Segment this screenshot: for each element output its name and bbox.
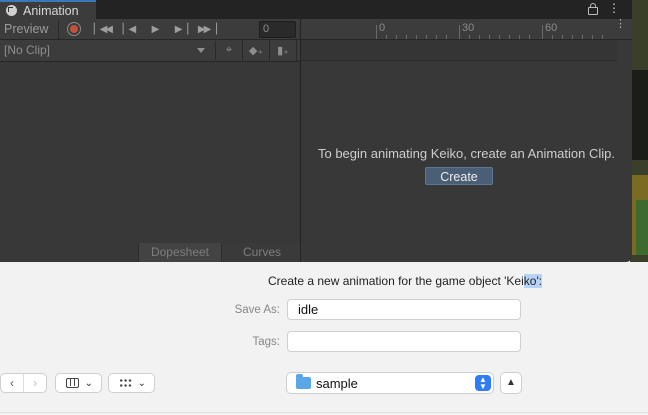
ruler-label: 30 — [462, 22, 475, 34]
tab-bar: Animation ⋮ — [0, 0, 632, 19]
ruler-tick — [426, 35, 427, 39]
forward-icon[interactable]: › — [23, 374, 46, 392]
scene-view-background — [630, 0, 648, 262]
ruler-tick — [386, 35, 387, 39]
back-icon[interactable]: ‹ — [1, 374, 23, 392]
ruler-tick — [552, 35, 553, 39]
ruler-label: 0 — [379, 22, 386, 34]
ruler-tick — [446, 35, 447, 39]
clip-dropdown[interactable]: [No Clip] — [0, 41, 216, 60]
tags-field[interactable] — [287, 331, 521, 352]
grid-icon — [119, 378, 132, 388]
ruler-tick — [376, 25, 377, 39]
save-as-field[interactable]: idle — [287, 299, 521, 320]
event-lane[interactable] — [301, 40, 617, 61]
location-folder-name: sample — [316, 375, 358, 391]
record-icon[interactable] — [67, 22, 82, 36]
add-keyframe-icon[interactable]: ◆₊ — [243, 40, 270, 61]
view-mode-tabs: Dopesheet Curves — [138, 243, 302, 262]
back-forward-buttons: ‹ › — [0, 373, 47, 393]
animation-clock-icon — [6, 5, 17, 16]
tab-curves[interactable]: Curves — [221, 243, 302, 262]
chevron-down-icon — [197, 48, 205, 53]
location-popup[interactable]: sample ▲ ▼ — [286, 372, 494, 394]
ruler-tick — [489, 35, 490, 39]
group-view-button[interactable]: ⌄ — [108, 373, 155, 393]
up-down-chevron-icon: ▲ ▼ — [475, 375, 491, 391]
add-event-icon[interactable]: ▮₊ — [270, 40, 297, 61]
prev-key-icon[interactable]: ▏◀ — [115, 19, 141, 39]
ruler-label: 60 — [545, 22, 558, 34]
ruler-tick — [499, 35, 500, 39]
ruler-tick — [509, 35, 510, 39]
ruler-tick — [479, 35, 480, 39]
ruler-tick — [436, 35, 437, 39]
tab-animation[interactable]: Animation — [0, 0, 96, 19]
ruler-tick — [602, 35, 603, 39]
column-view-button[interactable]: ⌄ — [55, 373, 102, 393]
columns-icon — [66, 378, 79, 388]
tab-animation-label: Animation — [23, 3, 79, 18]
tags-label: Tags: — [252, 336, 281, 348]
timeline-ruler[interactable]: 0 30 60 ⋮ — [301, 19, 632, 40]
ruler-tick — [582, 35, 583, 39]
chevron-down-icon: ⌄ — [84, 377, 93, 389]
chevron-down-icon: ⌄ — [137, 377, 146, 389]
divider — [0, 412, 648, 413]
ruler-tick — [592, 35, 593, 39]
animation-window: Animation ⋮ Preview ▏◀◀ ▏◀ ▶ ▶▕ ▶▶▕ 0 [N… — [0, 0, 632, 262]
ruler-tick — [469, 35, 470, 39]
ruler-tick — [542, 25, 543, 39]
tab-actions: ⋮ — [588, 1, 620, 15]
scene-shadow — [630, 70, 648, 160]
dialog-prompt: Create a new animation for the game obje… — [268, 274, 543, 288]
folder-icon — [296, 374, 311, 389]
property-list: Dopesheet Curves — [0, 62, 302, 262]
clip-row: [No Clip] ⌖ ◆₊ ▮₊ — [0, 40, 300, 62]
playback-toolbar: Preview ▏◀◀ ▏◀ ▶ ▶▕ ▶▶▕ 0 — [0, 19, 300, 40]
empty-state-message: To begin animating Keiko, create an Anim… — [317, 146, 615, 161]
clip-dropdown-value: [No Clip] — [4, 43, 51, 57]
ruler-tick — [396, 35, 397, 39]
dialog-prompt-selection: ko': — [523, 274, 543, 288]
scene-grass — [636, 200, 648, 255]
next-key-icon[interactable]: ▶▕ — [167, 19, 193, 39]
dialog-prompt-text: Create a new animation for the game obje… — [268, 274, 524, 288]
add-keyframe-target-icon[interactable]: ⌖ — [216, 40, 243, 61]
create-clip-button[interactable]: Create — [425, 167, 493, 185]
first-key-icon[interactable]: ▏◀◀ — [89, 19, 115, 39]
ruler-tick — [406, 35, 407, 39]
play-icon[interactable]: ▶ — [141, 19, 167, 39]
ruler-tick — [459, 25, 460, 39]
last-key-icon[interactable]: ▶▶▕ — [193, 19, 219, 39]
preview-toggle[interactable]: Preview — [0, 19, 60, 39]
save-as-label: Save As: — [234, 304, 280, 316]
timeline-panel: 0 30 60 ⋮ To begin animating Keiko, crea… — [301, 19, 632, 262]
frame-field[interactable]: 0 — [259, 20, 296, 38]
more-vertical-icon[interactable]: ⋮ — [608, 1, 620, 15]
ruler-tick — [416, 35, 417, 39]
ruler-tick — [562, 35, 563, 39]
save-dialog: Create a new animation for the game obje… — [0, 262, 648, 415]
left-panel: Preview ▏◀◀ ▏◀ ▶ ▶▕ ▶▶▕ 0 [No Clip] ⌖ ◆₊… — [0, 19, 302, 262]
timeline-more-icon[interactable]: ⋮ — [615, 19, 626, 30]
ruler-tick — [572, 35, 573, 39]
ruler-tick — [519, 35, 520, 39]
tab-dopesheet[interactable]: Dopesheet — [138, 243, 221, 262]
expand-dialog-button[interactable]: ▲ — [500, 372, 522, 394]
lock-icon[interactable] — [588, 3, 598, 15]
ruler-tick — [529, 35, 530, 39]
